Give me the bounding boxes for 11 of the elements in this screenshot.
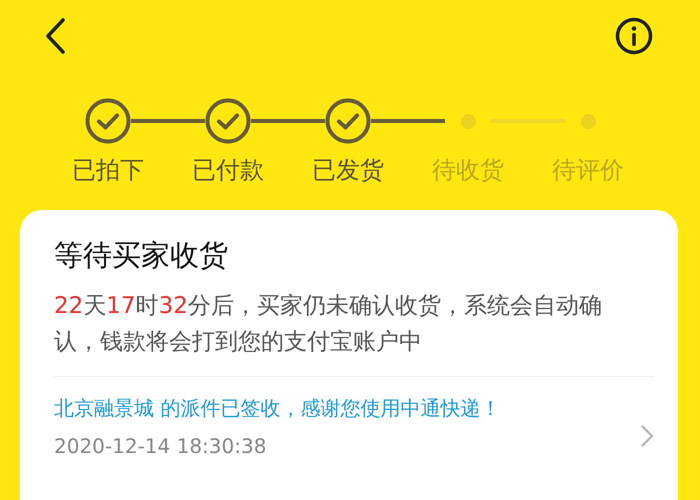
- card-title: 等待买家收货: [54, 237, 229, 274]
- logistics-time: 2020-12-14 18:30:38: [54, 434, 268, 458]
- step-label: 待收货: [432, 155, 504, 186]
- step-label: 已拍下: [72, 155, 144, 186]
- step-label: 待评价: [552, 155, 624, 186]
- logistics-message[interactable]: 北京融景城 的派件已签收，感谢您使用中通快递！: [54, 395, 500, 422]
- back-icon[interactable]: [44, 17, 66, 55]
- countdown-text: 22天17时32分后，买家仍未确认收货，系统会自动确认，钱款将会打到您的支付宝账户中: [54, 292, 603, 357]
- info-icon[interactable]: [615, 17, 653, 55]
- step-label: 已发货: [312, 155, 384, 186]
- step-label: 已付款: [192, 155, 264, 186]
